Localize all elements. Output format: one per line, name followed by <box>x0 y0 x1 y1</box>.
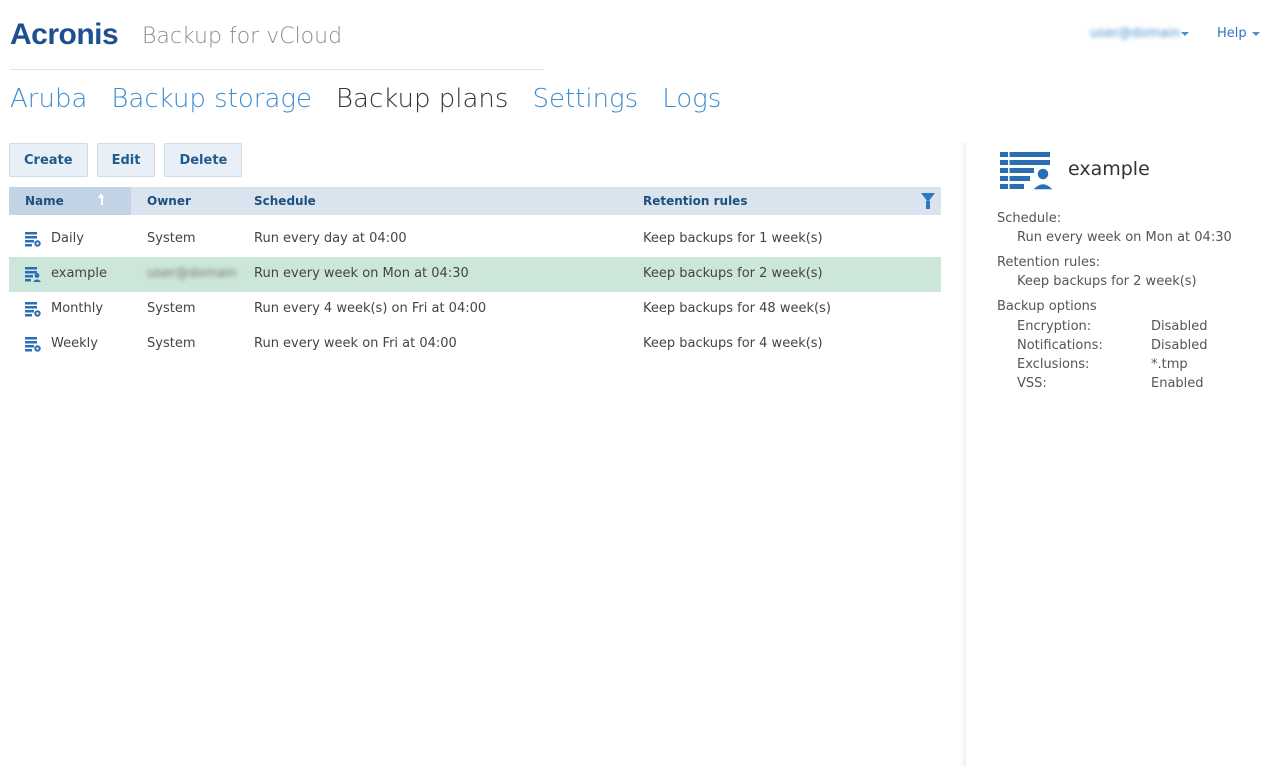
plan-user-icon <box>25 267 41 282</box>
option-key: VSS: <box>1017 376 1047 391</box>
grid-header: Name Owner Schedule Retention rules <box>9 187 941 215</box>
plan-system-icon <box>25 232 41 247</box>
option-value: Disabled <box>1151 319 1208 334</box>
option-value: Disabled <box>1151 338 1208 353</box>
table-row-selected[interactable]: example user@domain Run every week on Mo… <box>9 257 941 292</box>
nav-backup-plans[interactable]: Backup plans <box>336 84 508 114</box>
nav-settings[interactable]: Settings <box>532 84 638 114</box>
plan-user-icon-large <box>1000 152 1054 190</box>
column-schedule-label[interactable]: Schedule <box>254 194 316 208</box>
create-button[interactable]: Create <box>9 143 88 177</box>
detail-schedule-label: Schedule: <box>997 211 1062 226</box>
acronis-logo: Acronis <box>10 18 119 51</box>
row-owner: System <box>147 301 196 316</box>
option-key: Encryption: <box>1017 319 1092 334</box>
detail-retention-value: Keep backups for 2 week(s) <box>1017 274 1197 289</box>
row-name: Monthly <box>51 301 104 316</box>
plan-system-icon <box>25 302 41 317</box>
row-owner: System <box>147 231 196 246</box>
help-menu[interactable]: Help <box>1217 26 1247 41</box>
nav-aruba[interactable]: Aruba <box>10 84 87 114</box>
table-row[interactable]: Weekly System Run every week on Fri at 0… <box>9 327 941 362</box>
detail-schedule-value: Run every week on Mon at 04:30 <box>1017 230 1232 245</box>
detail-retention-label: Retention rules: <box>997 255 1101 270</box>
edit-button[interactable]: Edit <box>96 143 156 177</box>
header-divider <box>10 69 544 70</box>
row-schedule: Run every 4 week(s) on Fri at 04:00 <box>254 301 487 316</box>
row-schedule: Run every week on Fri at 04:00 <box>254 336 457 351</box>
option-value: *.tmp <box>1151 357 1188 372</box>
row-owner: System <box>147 336 196 351</box>
column-name-label[interactable]: Name <box>25 194 64 208</box>
user-menu-caret-icon[interactable] <box>1181 32 1189 36</box>
row-schedule: Run every week on Mon at 04:30 <box>254 266 469 281</box>
filter-icon[interactable] <box>921 193 935 209</box>
product-name: Backup for vCloud <box>142 24 343 49</box>
nav-backup-storage[interactable]: Backup storage <box>111 84 312 114</box>
row-owner: user@domain <box>147 266 238 281</box>
row-retention: Keep backups for 1 week(s) <box>643 231 823 246</box>
toolbar: Create Edit Delete <box>9 143 243 177</box>
row-retention: Keep backups for 48 week(s) <box>643 301 831 316</box>
option-key: Notifications: <box>1017 338 1103 353</box>
main-nav: Aruba Backup storage Backup plans Settin… <box>10 84 721 114</box>
column-owner-label[interactable]: Owner <box>147 194 191 208</box>
plan-system-icon <box>25 337 41 352</box>
nav-logs[interactable]: Logs <box>662 84 721 114</box>
option-key: Exclusions: <box>1017 357 1090 372</box>
detail-title: example <box>1068 158 1150 180</box>
row-retention: Keep backups for 4 week(s) <box>643 336 823 351</box>
row-name: example <box>51 266 107 281</box>
help-caret-icon[interactable] <box>1252 32 1260 36</box>
row-name: Weekly <box>51 336 98 351</box>
backup-plans-grid: Name Owner Schedule Retention rules Dail… <box>9 187 941 362</box>
grid-body: Daily System Run every day at 04:00 Keep… <box>9 222 941 362</box>
row-name: Daily <box>51 231 84 246</box>
user-menu[interactable]: user@domain <box>1090 26 1180 41</box>
column-retention-label[interactable]: Retention rules <box>643 194 747 208</box>
detail-options-label: Backup options <box>997 299 1097 314</box>
table-row[interactable]: Daily System Run every day at 04:00 Keep… <box>9 222 941 257</box>
delete-button[interactable]: Delete <box>164 143 243 177</box>
sort-ascending-icon[interactable] <box>98 193 104 205</box>
row-retention: Keep backups for 2 week(s) <box>643 266 823 281</box>
table-row[interactable]: Monthly System Run every 4 week(s) on Fr… <box>9 292 941 327</box>
option-value: Enabled <box>1151 376 1204 391</box>
row-schedule: Run every day at 04:00 <box>254 231 407 246</box>
panel-divider <box>960 143 966 766</box>
